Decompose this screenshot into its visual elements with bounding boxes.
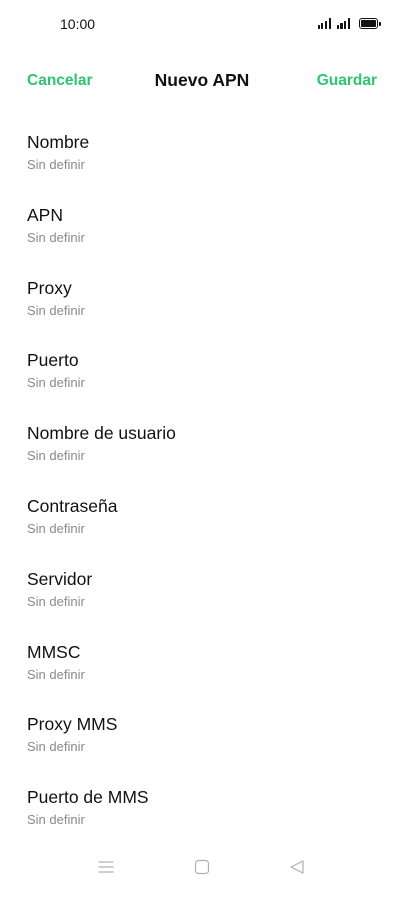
system-nav-bar	[0, 845, 404, 897]
status-time: 10:00	[60, 16, 96, 32]
field-value: Sin definir	[27, 157, 85, 172]
field-label: Nombre	[27, 132, 90, 152]
field-label: Puerto	[27, 350, 79, 371]
field-nombre[interactable]: Nombre Sin definir	[0, 116, 404, 189]
field-label: Nombre de usuario	[27, 423, 176, 444]
field-label: Contraseña	[27, 495, 118, 516]
field-value: Sin definir	[27, 229, 85, 245]
field-label: Servidor	[27, 568, 93, 589]
field-proxy-mms[interactable]: Proxy MMS Sin definir	[0, 698, 404, 771]
status-icons	[317, 18, 381, 29]
field-value: Sin definir	[27, 375, 85, 391]
home-icon[interactable]	[192, 857, 212, 877]
field-puerto-de-mms[interactable]: Puerto de MMS Sin definir	[0, 771, 404, 844]
field-value: Sin definir	[27, 666, 85, 682]
field-label: Proxy MMS	[27, 714, 118, 735]
status-bar: 10:00	[0, 0, 404, 52]
field-label: Proxy	[27, 277, 72, 298]
signal-icon	[317, 18, 331, 29]
field-value: Sin definir	[27, 812, 85, 828]
save-button[interactable]: Guardar	[317, 72, 377, 90]
battery-icon	[359, 18, 381, 29]
menu-icon[interactable]	[96, 857, 116, 877]
field-value: Sin definir	[27, 520, 85, 536]
field-proxy[interactable]: Proxy Sin definir	[0, 262, 404, 335]
signal-icon	[336, 18, 350, 29]
field-label: MMSC	[27, 641, 81, 662]
field-value: Sin definir	[27, 448, 85, 464]
field-value: Sin definir	[27, 302, 85, 318]
field-contrasena[interactable]: Contraseña Sin definir	[0, 480, 404, 553]
back-icon[interactable]	[287, 857, 307, 877]
app-header: Cancelar Nuevo APN Guardar	[0, 60, 404, 102]
field-mmsc[interactable]: MMSC Sin definir	[0, 626, 404, 699]
field-apn[interactable]: APN Sin definir	[0, 189, 404, 262]
field-servidor[interactable]: Servidor Sin definir	[0, 553, 404, 626]
field-value: Sin definir	[27, 593, 85, 609]
field-puerto[interactable]: Puerto Sin definir	[0, 334, 404, 407]
field-value: Sin definir	[27, 739, 85, 755]
field-nombre-de-usuario[interactable]: Nombre de usuario Sin definir	[0, 407, 404, 480]
apn-field-list: Nombre Sin definir APN Sin definir Proxy…	[0, 116, 404, 844]
field-label: APN	[27, 204, 63, 225]
field-label: Puerto de MMS	[27, 787, 149, 808]
